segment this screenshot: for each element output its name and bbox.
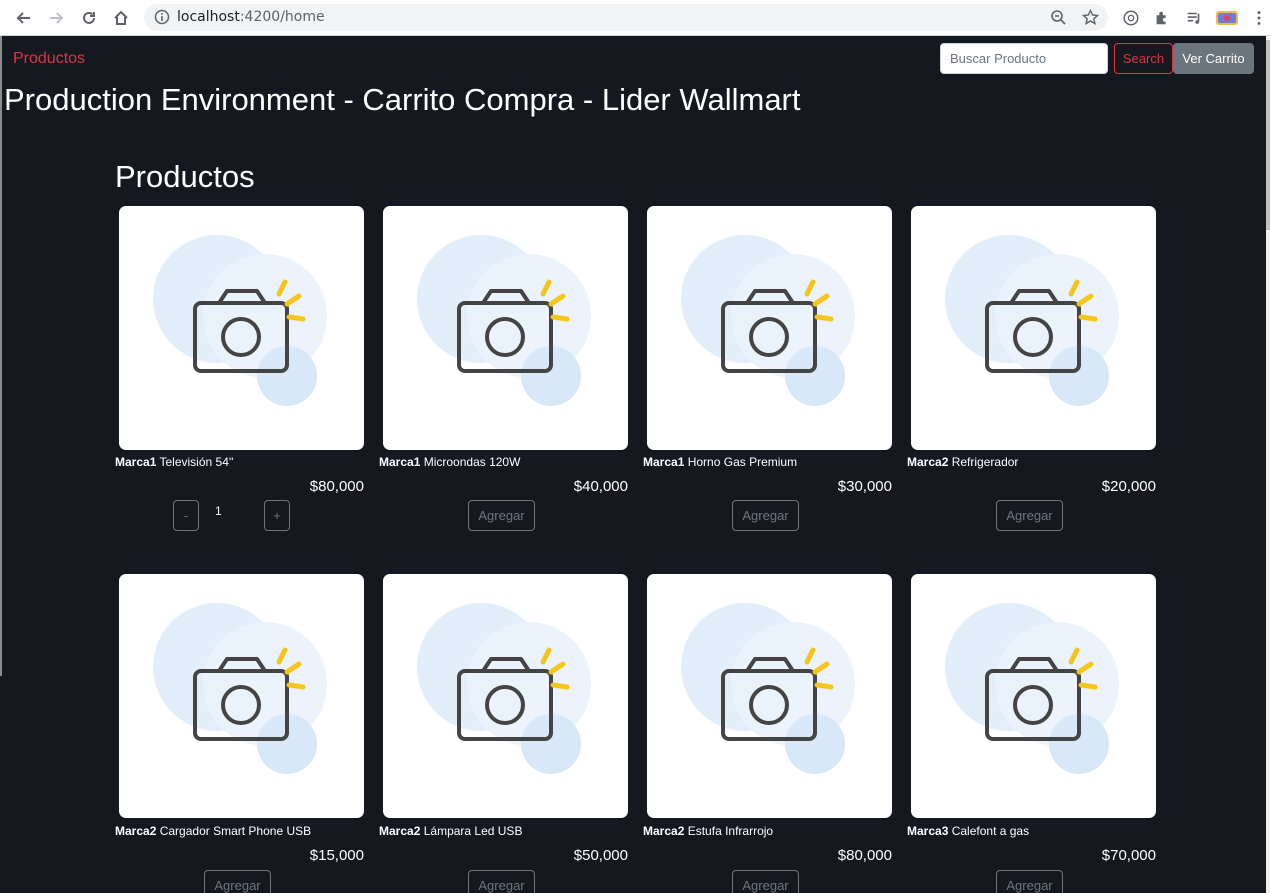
add-to-cart-button[interactable]: Agregar [996, 500, 1063, 531]
quantity-value: 1 [215, 504, 222, 518]
product-price: $15,000 [309, 847, 364, 864]
product-name: Televisión 54'' [159, 455, 234, 469]
product-brand: Marca1 [379, 455, 421, 469]
navbar-brand-link[interactable]: Productos [13, 50, 85, 68]
product-image [119, 206, 364, 450]
camera-placeholder-icon [681, 603, 855, 774]
address-bar[interactable]: localhost:4200/home [144, 4, 1108, 31]
add-to-cart-button[interactable]: Agregar [204, 870, 271, 893]
scrollbar-thumb[interactable] [1266, 40, 1270, 230]
product-brand: Marca3 [907, 824, 949, 838]
product-name: Refrigerador [951, 455, 1019, 469]
reload-icon[interactable] [77, 6, 101, 30]
home-icon[interactable] [109, 6, 133, 30]
star-icon[interactable] [1082, 9, 1099, 26]
product-name: Cargador Smart Phone USB [159, 824, 312, 838]
product-name: Lámpara Led USB [423, 824, 523, 838]
product-name: Estufa Infrarrojo [687, 824, 774, 838]
profile-avatar-icon[interactable] [1215, 8, 1239, 28]
search-button[interactable]: Search [1114, 43, 1173, 74]
url-text[interactable]: localhost:4200/home [177, 9, 325, 25]
back-icon[interactable] [12, 6, 36, 30]
product-brand: Marca2 [115, 824, 157, 838]
product-brand: Marca2 [643, 824, 685, 838]
product-name: Microondas 120W [423, 455, 521, 469]
product-price: $70,000 [1101, 847, 1156, 864]
product-title: Marca1 Horno Gas Premium [643, 455, 797, 469]
add-to-cart-button[interactable]: Agregar [996, 870, 1063, 893]
product-image [911, 574, 1156, 818]
products-heading: Productos [115, 159, 255, 194]
camera-placeholder-icon [153, 603, 327, 774]
add-to-cart-button[interactable]: Agregar [732, 870, 799, 893]
product-brand: Marca1 [643, 455, 685, 469]
product-brand: Marca2 [379, 824, 421, 838]
view-cart-button[interactable]: Ver Carrito [1173, 43, 1254, 74]
zoom-icon[interactable] [1050, 9, 1067, 26]
browser-toolbar: localhost:4200/home [0, 0, 1270, 36]
camera-placeholder-icon [945, 603, 1119, 774]
product-image [383, 574, 628, 818]
search-input[interactable] [940, 43, 1108, 74]
product-brand: Marca2 [907, 455, 949, 469]
product-title: Marca1 Microondas 120W [379, 455, 520, 469]
more-menu-icon[interactable] [1249, 8, 1269, 28]
product-title: Marca2 Refrigerador [907, 455, 1018, 469]
increase-quantity-button[interactable]: + [264, 500, 290, 531]
product-price: $80,000 [837, 847, 892, 864]
product-title: Marca1 Televisión 54'' [115, 455, 233, 469]
environment-title: Production Environment - Carrito Compra … [4, 82, 801, 117]
product-title: Marca3 Calefont a gas [907, 824, 1029, 838]
product-image [647, 206, 892, 450]
add-to-cart-button[interactable]: Agregar [732, 500, 799, 531]
media-queue-icon[interactable] [1184, 8, 1204, 28]
product-price: $50,000 [573, 847, 628, 864]
add-to-cart-button[interactable]: Agregar [468, 500, 535, 531]
product-price: $20,000 [1101, 478, 1156, 495]
decrease-quantity-button[interactable]: - [173, 500, 199, 531]
product-image [119, 574, 364, 818]
extension-circle-icon[interactable] [1121, 8, 1141, 28]
add-to-cart-button[interactable]: Agregar [468, 870, 535, 893]
product-name: Horno Gas Premium [687, 455, 798, 469]
product-title: Marca2 Lámpara Led USB [379, 824, 522, 838]
product-title: Marca2 Estufa Infrarrojo [643, 824, 773, 838]
product-price: $80,000 [309, 478, 364, 495]
camera-placeholder-icon [417, 235, 591, 406]
forward-icon[interactable] [44, 6, 68, 30]
product-name: Calefont a gas [951, 824, 1030, 838]
product-image [911, 206, 1156, 450]
product-price: $30,000 [837, 478, 892, 495]
extensions-puzzle-icon[interactable] [1152, 8, 1172, 28]
camera-placeholder-icon [945, 235, 1119, 406]
camera-placeholder-icon [681, 235, 855, 406]
camera-placeholder-icon [417, 603, 591, 774]
product-price: $40,000 [573, 478, 628, 495]
product-brand: Marca1 [115, 455, 157, 469]
product-image [647, 574, 892, 818]
info-icon[interactable] [154, 9, 170, 25]
product-title: Marca2 Cargador Smart Phone USB [115, 824, 311, 838]
product-image [383, 206, 628, 450]
camera-placeholder-icon [153, 235, 327, 406]
app-content: Productos Search Ver Carrito Production … [2, 36, 1266, 893]
